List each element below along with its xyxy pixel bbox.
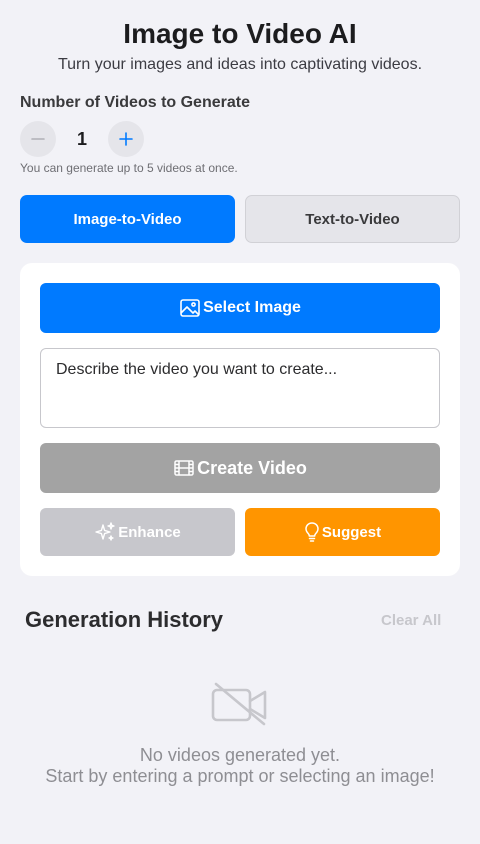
history-title: Generation History	[25, 607, 224, 632]
plus-icon	[119, 132, 133, 146]
tab-text-to-video[interactable]: Text-to-Video	[245, 195, 460, 243]
page-title: Image to Video AI	[123, 18, 357, 49]
suggest-label: Suggest	[321, 523, 382, 541]
video-count-stepper: 1	[20, 121, 150, 157]
empty-state-hint: Start by entering a prompt or selecting …	[45, 766, 435, 786]
video-count-hint: You can generate up to 5 videos at once.	[20, 161, 238, 175]
clear-all-button[interactable]: Clear All	[381, 612, 441, 629]
decrement-button[interactable]	[20, 121, 56, 157]
minus-icon	[31, 138, 45, 140]
select-image-label: Select Image	[203, 299, 301, 316]
tab-image-to-video[interactable]: Image-to-Video	[20, 195, 235, 243]
create-video-label: Create Video	[197, 457, 307, 478]
increment-button[interactable]	[108, 121, 144, 157]
video-count-value: 1	[76, 129, 87, 149]
film-icon	[174, 460, 194, 476]
enhance-label: Enhance	[118, 523, 181, 541]
empty-state-title: No videos generated yet.	[139, 745, 341, 765]
create-video-button[interactable]: Create Video	[40, 443, 440, 493]
image-icon	[180, 299, 200, 317]
sparkles-icon	[95, 522, 115, 541]
select-image-button[interactable]: Select Image	[40, 283, 440, 333]
video-off-icon	[210, 681, 270, 727]
video-count-label: Number of Videos to Generate	[20, 94, 250, 111]
app-screen: Image to Video AI Turn your images and i…	[0, 0, 480, 844]
page-subtitle: Turn your images and ideas into captivat…	[57, 56, 423, 73]
generator-card: Select Image Create Video Enhance	[20, 263, 460, 576]
enhance-button[interactable]: Enhance	[40, 508, 235, 556]
prompt-input[interactable]	[40, 348, 440, 428]
suggest-button[interactable]: Suggest	[245, 508, 440, 556]
lightbulb-icon	[305, 522, 319, 542]
